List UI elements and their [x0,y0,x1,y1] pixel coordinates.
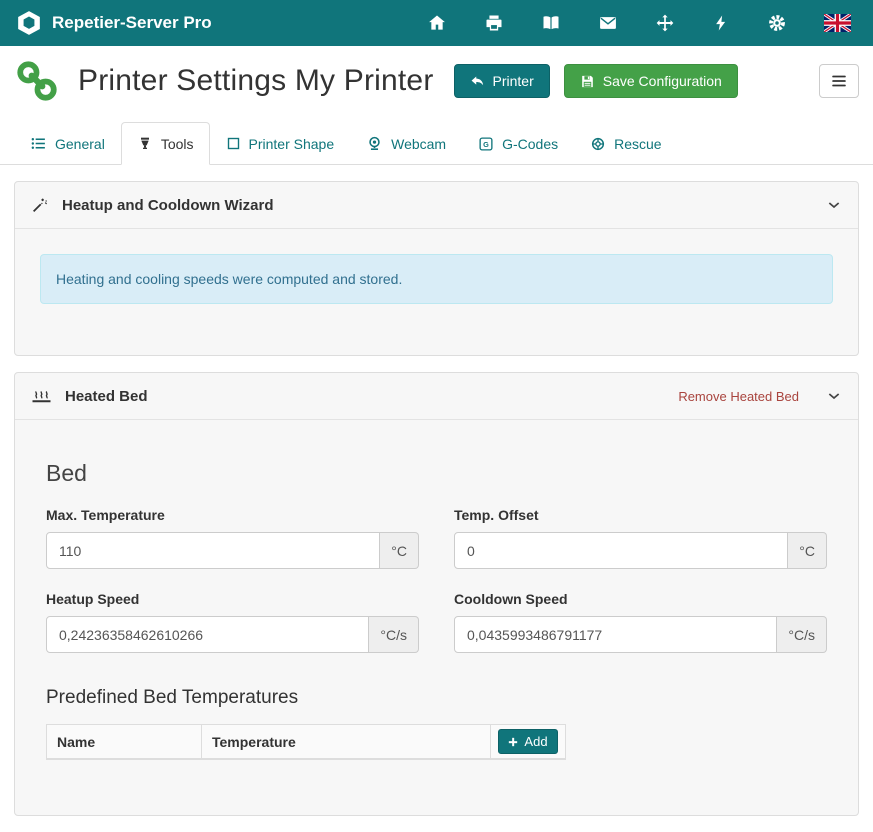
tab-tools[interactable]: Tools [121,122,210,165]
power-bolt-icon[interactable] [712,13,730,33]
tab-general[interactable]: General [14,122,121,165]
heated-bed-panel-header[interactable]: Heated Bed Remove Heated Bed [15,373,858,420]
settings-tabs: General Tools Printer Shape Webcam G G-C… [0,122,873,165]
wizard-panel-body: Heating and cooling speeds were computed… [15,229,858,355]
unit-addon: °C [380,532,419,569]
cooldown-speed-input[interactable] [454,616,777,653]
page: Repetier-Server Pro [0,0,873,816]
temp-offset-input[interactable] [454,532,788,569]
info-alert: Heating and cooling speeds were computed… [40,254,833,304]
unit-addon: °C/s [777,616,827,653]
move-arrows-icon[interactable] [655,13,675,33]
predefined-temperatures-title: Predefined Bed Temperatures [46,687,827,709]
back-arrow-icon [470,74,485,89]
brand-title: Repetier-Server Pro [52,13,212,33]
top-navbar: Repetier-Server Pro [0,0,873,46]
tab-printer-shape[interactable]: Printer Shape [210,122,351,165]
square-outline-icon [226,136,241,151]
heated-bed-panel: Heated Bed Remove Heated Bed Bed Max. Te… [14,372,859,816]
printer-button[interactable]: Printer [454,64,550,98]
list-icon [30,135,47,152]
nozzle-icon [137,136,153,152]
cooldown-speed-field: Cooldown Speed °C/s [454,591,827,653]
tab-webcam[interactable]: Webcam [350,122,462,165]
temp-offset-label: Temp. Offset [454,507,827,523]
cooldown-speed-label: Cooldown Speed [454,591,827,607]
settings-gear-icon[interactable] [767,13,787,33]
bed-section-title: Bed [46,460,827,487]
printer-icon[interactable] [484,13,504,33]
collapse-chevron-icon[interactable] [826,197,842,213]
save-floppy-icon [580,74,595,89]
tab-g-codes[interactable]: G G-Codes [462,122,574,165]
unit-addon: °C/s [369,616,419,653]
unit-addon: °C [788,532,827,569]
page-header: Printer Settings My Printer Printer Save… [0,46,873,112]
add-temperature-button[interactable]: Add [498,729,557,754]
collapse-chevron-icon[interactable] [826,388,842,404]
plus-icon [508,737,518,747]
manual-book-icon[interactable] [541,13,561,33]
svg-text:G: G [483,139,489,148]
remove-heated-bed-link[interactable]: Remove Heated Bed [678,389,799,404]
magic-wand-icon [31,196,49,214]
webcam-icon [366,135,383,152]
heated-bed-icon [31,387,52,405]
bed-fields: Max. Temperature °C Temp. Offset °C Heat… [46,507,827,653]
menu-button[interactable] [819,64,859,98]
save-configuration-button[interactable]: Save Configuration [564,64,738,98]
add-cell: Add [490,724,566,760]
language-flag-icon[interactable] [824,14,851,32]
heatup-speed-field: Heatup Speed °C/s [46,591,419,653]
life-ring-icon [590,136,606,152]
messages-envelope-icon[interactable] [598,13,618,33]
max-temperature-input[interactable] [46,532,380,569]
navbar-icons [427,13,851,33]
printer-link-icon [14,58,60,104]
home-icon[interactable] [427,13,447,33]
heatup-speed-input[interactable] [46,616,369,653]
hamburger-icon [830,72,848,90]
wizard-panel-header[interactable]: Heatup and Cooldown Wizard [15,182,858,229]
column-header-name: Name [46,724,202,760]
max-temperature-field: Max. Temperature °C [46,507,419,569]
temp-offset-field: Temp. Offset °C [454,507,827,569]
brand[interactable]: Repetier-Server Pro [16,10,212,36]
heatup-speed-label: Heatup Speed [46,591,419,607]
predefined-temperatures-table: Name Temperature Add [46,724,566,760]
page-title: Printer Settings My Printer [78,64,434,98]
gcode-badge-icon: G [478,136,494,152]
tab-rescue[interactable]: Rescue [574,122,677,165]
heated-bed-panel-body: Bed Max. Temperature °C Temp. Offset °C [15,420,858,815]
max-temperature-label: Max. Temperature [46,507,419,523]
wizard-panel-title: Heatup and Cooldown Wizard [62,197,274,214]
column-header-temperature: Temperature [201,724,491,760]
heated-bed-panel-title: Heated Bed [65,388,148,405]
wizard-panel: Heatup and Cooldown Wizard Heating and c… [14,181,859,356]
repetier-logo-icon [16,10,42,36]
